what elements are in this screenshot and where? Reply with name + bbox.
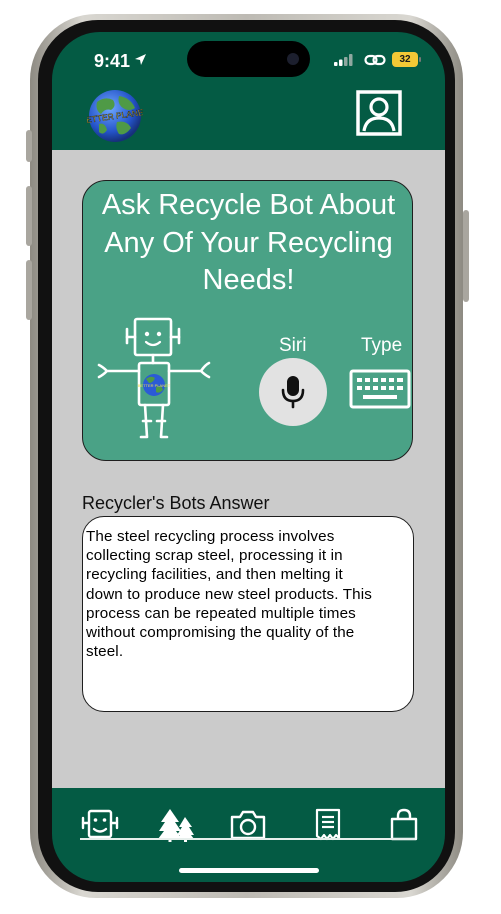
answer-line: The steel recycling process involves xyxy=(86,528,335,545)
tab-bar-divider xyxy=(80,838,415,840)
camera-icon xyxy=(230,810,266,840)
robot-icon xyxy=(81,809,119,839)
answer-line: without compromising the quality of the xyxy=(86,624,355,642)
microphone-icon xyxy=(281,376,305,409)
dynamic-island xyxy=(187,41,310,77)
battery-indicator: 32 xyxy=(392,52,418,67)
receipt-icon xyxy=(315,808,341,841)
battery-tip xyxy=(419,57,421,62)
tab-recycle-bot[interactable] xyxy=(80,808,120,842)
app-screen: 9:41 32 BETTER PLANET Ask Recycle Bot Ab… xyxy=(52,32,445,882)
power-button xyxy=(463,210,469,302)
answer-text: The steel recycling process involves col… xyxy=(86,527,408,661)
bot-card-title: Ask Recycle Bot About Any Of Your Recycl… xyxy=(87,187,410,300)
robot-badge-text: BETTER PLANET xyxy=(138,383,171,388)
status-time: 9:41 xyxy=(94,51,131,71)
answer-line: down to produce new steel products. This xyxy=(86,585,373,603)
recycle-bot-illustration: BETTER PLANET xyxy=(97,317,211,439)
answer-line: process can be repeated multiple times xyxy=(86,604,356,622)
volume-down-button xyxy=(26,260,32,320)
profile-button[interactable] xyxy=(356,90,402,136)
tab-receipts[interactable] xyxy=(308,808,348,842)
bot-card-title-line-1: Ask Recycle Bot About xyxy=(101,189,396,221)
user-icon xyxy=(369,97,389,117)
type-label: Type xyxy=(361,335,403,356)
volume-up-button xyxy=(26,186,32,246)
status-bar: 9:41 32 xyxy=(52,32,445,92)
home-indicator[interactable] xyxy=(179,868,319,873)
main-content: Ask Recycle Bot About Any Of Your Recycl… xyxy=(52,150,445,788)
location-arrow-icon xyxy=(135,54,146,65)
answer-line: recycling facilities, and then melting i… xyxy=(86,566,343,584)
siri-mic-button[interactable] xyxy=(259,358,327,426)
tab-camera[interactable] xyxy=(228,808,268,842)
tab-shop[interactable] xyxy=(384,808,424,842)
front-camera xyxy=(287,53,299,65)
app-header: BETTER PLANET xyxy=(52,86,445,150)
link-icon xyxy=(364,54,386,66)
bot-card-title-line-3: Needs! xyxy=(202,264,295,296)
answer-heading: Recycler's Bots Answer xyxy=(82,493,270,513)
keyboard-type-button[interactable] xyxy=(349,369,411,409)
recycle-bot-card: Ask Recycle Bot About Any Of Your Recycl… xyxy=(82,180,413,461)
shopping-bag-icon xyxy=(390,808,418,841)
action-button xyxy=(26,130,32,162)
cellular-signal-icon xyxy=(334,54,353,66)
better-planet-logo: BETTER PLANET xyxy=(87,90,143,142)
tab-trees[interactable] xyxy=(156,808,196,842)
answer-text-box[interactable]: The steel recycling process involves col… xyxy=(82,516,414,712)
bot-card-title-line-2: Any Of Your Recycling xyxy=(104,226,393,259)
siri-label: Siri xyxy=(279,335,307,356)
answer-line: collecting scrap steel, processing it in xyxy=(86,547,343,565)
answer-line: steel. xyxy=(86,643,124,661)
